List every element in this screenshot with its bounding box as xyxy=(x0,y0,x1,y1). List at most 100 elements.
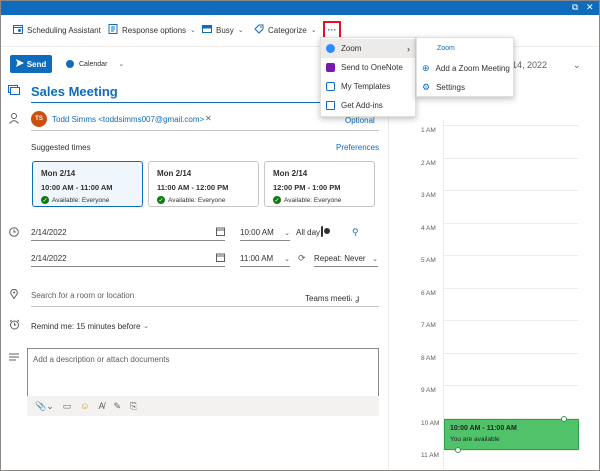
calendar-date-header: 14, 2022 xyxy=(512,60,548,70)
scheduling-assistant-label: Scheduling Assistant xyxy=(27,25,101,35)
alarm-icon xyxy=(9,319,20,333)
add-ins-icon xyxy=(326,101,335,110)
hour-line xyxy=(444,320,578,321)
chevron-down-icon: ⌄ xyxy=(310,27,317,34)
menu-item-zoom[interactable]: Zoom › xyxy=(321,39,415,58)
attendee-chip[interactable]: Todd Simms <toddsimms007@gmail.com> xyxy=(52,115,204,124)
menu-item-get-add-ins[interactable]: Get Add-ins xyxy=(321,96,415,115)
optional-link[interactable]: Optional xyxy=(345,116,375,125)
hour-line xyxy=(444,450,578,451)
attach-icon[interactable]: 📎⌄ xyxy=(35,401,54,412)
suggested-slot-1[interactable]: Mon 2/14 10:00 AM - 11:00 AM ✓ Available:… xyxy=(32,161,143,207)
emoji-icon[interactable]: ☺ xyxy=(80,401,89,411)
categorize-dropdown[interactable]: Categorize ⌄ xyxy=(254,22,317,38)
chevron-down-icon: ⌄ xyxy=(190,27,196,34)
slot-availability-label: Available: Everyone xyxy=(168,196,226,204)
start-date-field[interactable]: 2/14/2022 xyxy=(31,225,225,241)
response-options-label: Response options xyxy=(122,25,187,35)
send-label: Send xyxy=(26,59,47,69)
menu-item-label: Zoom xyxy=(341,44,362,53)
menu-item-label: My Templates xyxy=(341,82,391,91)
menu-item-label: Add a Zoom Meeting xyxy=(435,64,510,73)
draw-icon[interactable]: ✎ xyxy=(113,401,121,412)
hour-label: 5 AM xyxy=(421,257,436,264)
chevron-down-icon: ⌄ xyxy=(118,61,125,68)
calendar-divider xyxy=(443,120,444,469)
suggested-slot-3[interactable]: Mon 2/14 12:00 PM - 1:00 PM ✓ Available: … xyxy=(264,161,375,207)
repeat-value: Repeat: Never xyxy=(314,254,366,263)
suggested-times-heading: Suggested times xyxy=(31,143,91,152)
repeat-dropdown[interactable]: Repeat: Never ⌄ xyxy=(314,251,378,267)
location-pin-icon xyxy=(10,288,18,302)
gear-icon: ⚙ xyxy=(422,82,431,92)
busy-dropdown[interactable]: Busy ⌄ xyxy=(202,22,244,38)
categorize-label: Categorize xyxy=(268,25,307,35)
hour-label: 9 AM xyxy=(421,387,436,394)
send-button[interactable]: Send xyxy=(10,55,52,73)
calendar-picker-label: Calendar xyxy=(79,60,108,68)
check-icon: ✓ xyxy=(41,196,49,204)
zoom-icon xyxy=(326,44,335,53)
busy-status-icon xyxy=(202,24,212,36)
close-icon[interactable]: ✕ xyxy=(586,1,594,13)
templates-icon xyxy=(326,82,335,91)
proposed-event-block[interactable]: 10:00 AM - 11:00 AM You are available xyxy=(444,419,579,450)
end-date-value: 2/14/2022 xyxy=(31,254,67,263)
hour-line xyxy=(444,125,578,126)
time-zone-icon[interactable]: ⚲ xyxy=(352,227,359,238)
reminder-dropdown[interactable]: Remind me: 15 minutes before ⌄ xyxy=(31,318,149,334)
slot-day: Mon 2/14 xyxy=(273,169,308,178)
slot-availability: ✓ Available: Everyone xyxy=(157,196,225,204)
slot-time: 12:00 PM - 1:00 PM xyxy=(273,183,341,192)
chevron-down-icon: ⌄ xyxy=(284,255,290,263)
description-input[interactable]: Add a description or attach documents xyxy=(33,355,170,364)
calendar-icon xyxy=(216,227,225,238)
menu-item-my-templates[interactable]: My Templates xyxy=(321,77,415,96)
chevron-down-icon: ⌄ xyxy=(143,323,149,330)
slot-time: 10:00 AM - 11:00 AM xyxy=(41,183,113,192)
description-toolbar: 📎⌄ ▭ ☺ A̸ ✎ ⎘ xyxy=(27,396,379,416)
preferences-link[interactable]: Preferences xyxy=(336,143,379,152)
start-time-dropdown[interactable]: 10:00 AM ⌄ xyxy=(240,225,290,241)
popout-icon[interactable]: ⧉ xyxy=(572,1,578,13)
hour-line xyxy=(444,190,578,191)
menu-item-label: Send to OneNote xyxy=(341,63,403,72)
day-calendar-pane: 14, 2022 ⌄ 1 AM 2 AM 3 AM 4 AM 5 AM 6 AM 7 AM 8… xyxy=(388,47,598,469)
send-icon xyxy=(15,59,24,69)
end-time-dropdown[interactable]: 11:00 AM ⌄ xyxy=(240,251,290,267)
menu-item-add-zoom-meeting[interactable]: ⊕ Add a Zoom Meeting xyxy=(417,59,513,78)
chevron-down-icon: ⌄ xyxy=(372,255,378,263)
calendar-picker[interactable]: Calendar ⌄ xyxy=(66,60,124,68)
hour-line xyxy=(444,287,578,289)
location-input[interactable]: Search for a room or location xyxy=(31,291,134,300)
chevron-down-icon[interactable]: ⌄ xyxy=(573,60,581,71)
image-icon[interactable]: ▭ xyxy=(63,401,72,412)
hour-label: 6 AM xyxy=(421,289,436,297)
event-status: You are available xyxy=(450,436,500,443)
scheduling-assistant-button[interactable]: Scheduling Assistant xyxy=(13,22,101,38)
calendar-color-dot xyxy=(66,60,74,68)
person-icon xyxy=(9,113,19,127)
hour-label: 8 AM xyxy=(421,354,436,362)
menu-item-zoom-settings[interactable]: ⚙ Settings xyxy=(417,78,513,97)
remove-attendee-icon[interactable]: ✕ xyxy=(205,114,212,123)
hour-label: 3 AM xyxy=(421,192,436,199)
zoom-submenu-header: Zoom xyxy=(437,45,455,52)
resize-handle-top[interactable] xyxy=(561,416,567,422)
plus-circle-icon: ⊕ xyxy=(422,63,430,73)
suggested-slot-2[interactable]: Mon 2/14 11:00 AM - 12:00 PM ✓ Available:… xyxy=(148,161,259,207)
calendar-icon xyxy=(216,253,225,264)
response-options-button[interactable]: Response options ⌄ xyxy=(108,22,196,38)
check-icon: ✓ xyxy=(157,196,165,204)
more-tools-icon[interactable]: ⎘ xyxy=(130,401,137,412)
slot-day: Mon 2/14 xyxy=(41,169,76,178)
hour-line xyxy=(444,352,578,354)
menu-item-send-to-onenote[interactable]: Send to OneNote xyxy=(321,58,415,77)
resize-handle-bottom[interactable] xyxy=(455,447,461,453)
format-icon[interactable]: A̸ xyxy=(98,401,104,411)
all-day-toggle[interactable] xyxy=(321,226,323,237)
event-title-input[interactable]: Sales Meeting xyxy=(31,84,118,99)
slot-time: 11:00 AM - 12:00 PM xyxy=(157,183,229,192)
end-date-field[interactable]: 2/14/2022 xyxy=(31,251,225,267)
reminder-value: Remind me: 15 minutes before xyxy=(31,321,141,331)
